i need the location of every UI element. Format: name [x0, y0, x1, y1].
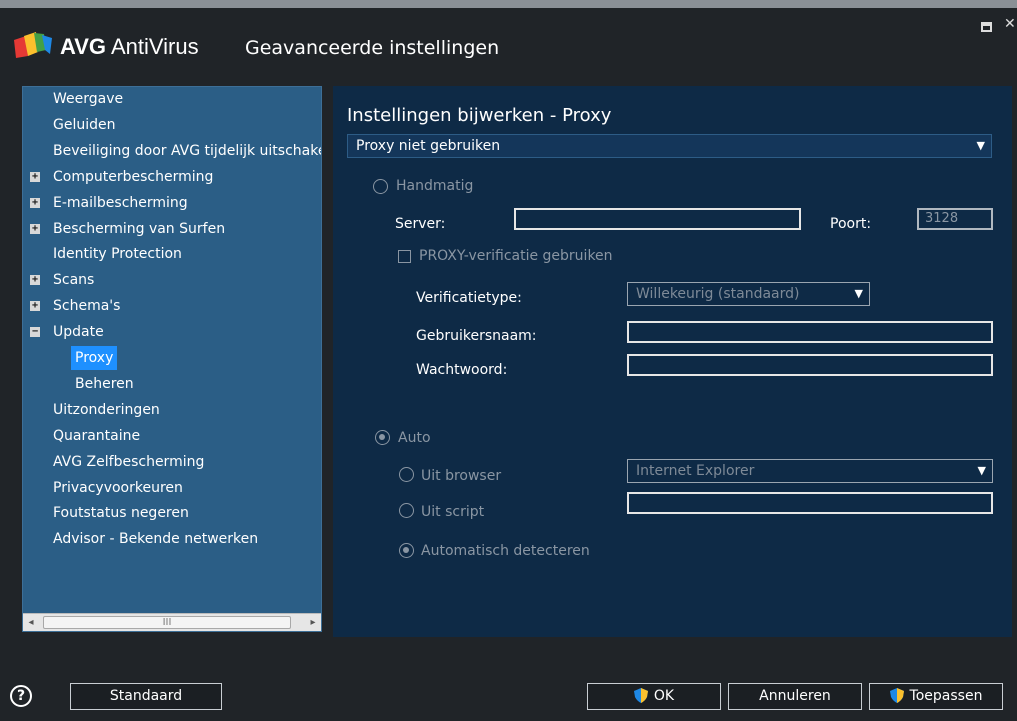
from-browser-radio[interactable] [399, 467, 414, 482]
horizontal-scrollbar[interactable]: ◂ III ▸ [23, 613, 321, 631]
chevron-down-icon: ▼ [854, 287, 863, 300]
tree-expander-icon[interactable]: + [30, 197, 40, 208]
ok-label: OK [653, 688, 675, 704]
browser-select[interactable]: Internet Explorer ▼ [627, 459, 993, 483]
window-header: AVG AntiVirus Geavanceerde instellingen … [0, 8, 1017, 70]
sidebar-item[interactable]: Weergave [53, 87, 123, 111]
scroll-left-icon[interactable]: ◂ [23, 614, 39, 631]
brand-name: AVG AntiVirus [60, 34, 199, 59]
username-label: Gebruikersnaam: [416, 328, 537, 344]
tree-expander-icon[interactable]: + [30, 223, 40, 234]
proxy-auth-checkbox[interactable] [398, 250, 411, 263]
sidebar-item[interactable]: Advisor - Bekende netwerken [53, 527, 258, 551]
auth-type-label: Verificatietype: [416, 290, 522, 306]
chevron-down-icon: ▼ [977, 464, 986, 477]
close-icon[interactable]: ✕ [1004, 16, 1017, 32]
ok-button[interactable]: OK [587, 683, 721, 710]
from-script-label: Uit script [421, 504, 485, 520]
sidebar-item[interactable]: Proxy [71, 346, 118, 370]
tree-expander-icon[interactable]: + [30, 275, 40, 286]
server-input[interactable] [514, 208, 801, 230]
apply-button[interactable]: Toepassen [869, 683, 1003, 710]
tree-expander-icon[interactable]: + [30, 301, 40, 312]
sidebar-item[interactable]: Identity Protection [53, 242, 182, 266]
sidebar-item[interactable]: Privacyvoorkeuren [53, 476, 183, 500]
sidebar-item[interactable]: Update [53, 320, 104, 344]
auto-label: Auto [398, 430, 431, 446]
manual-radio[interactable] [373, 179, 388, 194]
sidebar-item[interactable]: Beveiliging door AVG tijdelijk uitschake… [53, 139, 321, 163]
help-icon[interactable]: ? [10, 685, 32, 707]
section-title: Instellingen bijwerken - Proxy [347, 105, 612, 126]
scroll-thumb[interactable]: III [43, 616, 291, 629]
sidebar-item[interactable]: E-mailbescherming [53, 191, 188, 215]
default-button[interactable]: Standaard [70, 683, 222, 710]
tree-expander-icon[interactable]: − [30, 327, 40, 338]
sidebar-item[interactable]: AVG Zelfbescherming [53, 450, 204, 474]
sidebar-item[interactable]: Bescherming van Surfen [53, 217, 225, 241]
password-label: Wachtwoord: [416, 362, 508, 378]
auto-radio[interactable] [375, 430, 390, 445]
script-input[interactable] [627, 492, 993, 514]
sidebar-item[interactable]: Uitzonderingen [53, 398, 160, 422]
proxy-mode-value: Proxy niet gebruiken [356, 138, 501, 154]
scroll-right-icon[interactable]: ▸ [305, 614, 321, 631]
tree-expander-icon[interactable]: + [30, 171, 40, 182]
password-input[interactable] [627, 354, 993, 376]
browser-value: Internet Explorer [636, 463, 755, 479]
sidebar-item[interactable]: Beheren [75, 372, 134, 396]
proxy-mode-select[interactable]: Proxy niet gebruiken ▼ [347, 134, 992, 158]
from-browser-label: Uit browser [421, 468, 502, 484]
sidebar-item[interactable]: Quarantaine [53, 424, 140, 448]
avg-logo-icon [14, 32, 52, 58]
chevron-down-icon: ▼ [976, 139, 985, 152]
apply-label: Toepassen [909, 688, 983, 704]
desktop-strip [0, 0, 1017, 8]
manual-label: Handmatig [396, 178, 474, 194]
window-title: Geavanceerde instellingen [245, 37, 500, 59]
cancel-button[interactable]: Annuleren [728, 683, 862, 710]
shield-icon [633, 688, 648, 703]
port-input[interactable]: 3128 [917, 208, 993, 230]
proxy-auth-label: PROXY-verificatie gebruiken [419, 248, 613, 264]
restore-icon[interactable] [981, 22, 992, 32]
proxy-settings-panel: Instellingen bijwerken - Proxy Proxy nie… [333, 86, 1012, 637]
auth-type-value: Willekeurig (standaard) [636, 286, 800, 302]
auto-detect-label: Automatisch detecteren [421, 543, 590, 559]
shield-icon [889, 688, 904, 703]
sidebar-item[interactable]: Scans [53, 268, 94, 292]
from-script-radio[interactable] [399, 503, 414, 518]
auto-detect-radio[interactable] [399, 543, 414, 558]
sidebar-item[interactable]: Computerbescherming [53, 165, 213, 189]
sidebar-item[interactable]: Geluiden [53, 113, 116, 137]
port-label: Poort: [830, 216, 872, 232]
auth-type-select[interactable]: Willekeurig (standaard) ▼ [627, 282, 870, 306]
server-label: Server: [395, 216, 446, 232]
settings-tree: Weergave Geluiden Beveiliging door AVG tij… [22, 86, 322, 632]
username-input[interactable] [627, 321, 993, 343]
sidebar-item[interactable]: Foutstatus negeren [53, 501, 189, 525]
sidebar-item[interactable]: Schema's [53, 294, 120, 318]
